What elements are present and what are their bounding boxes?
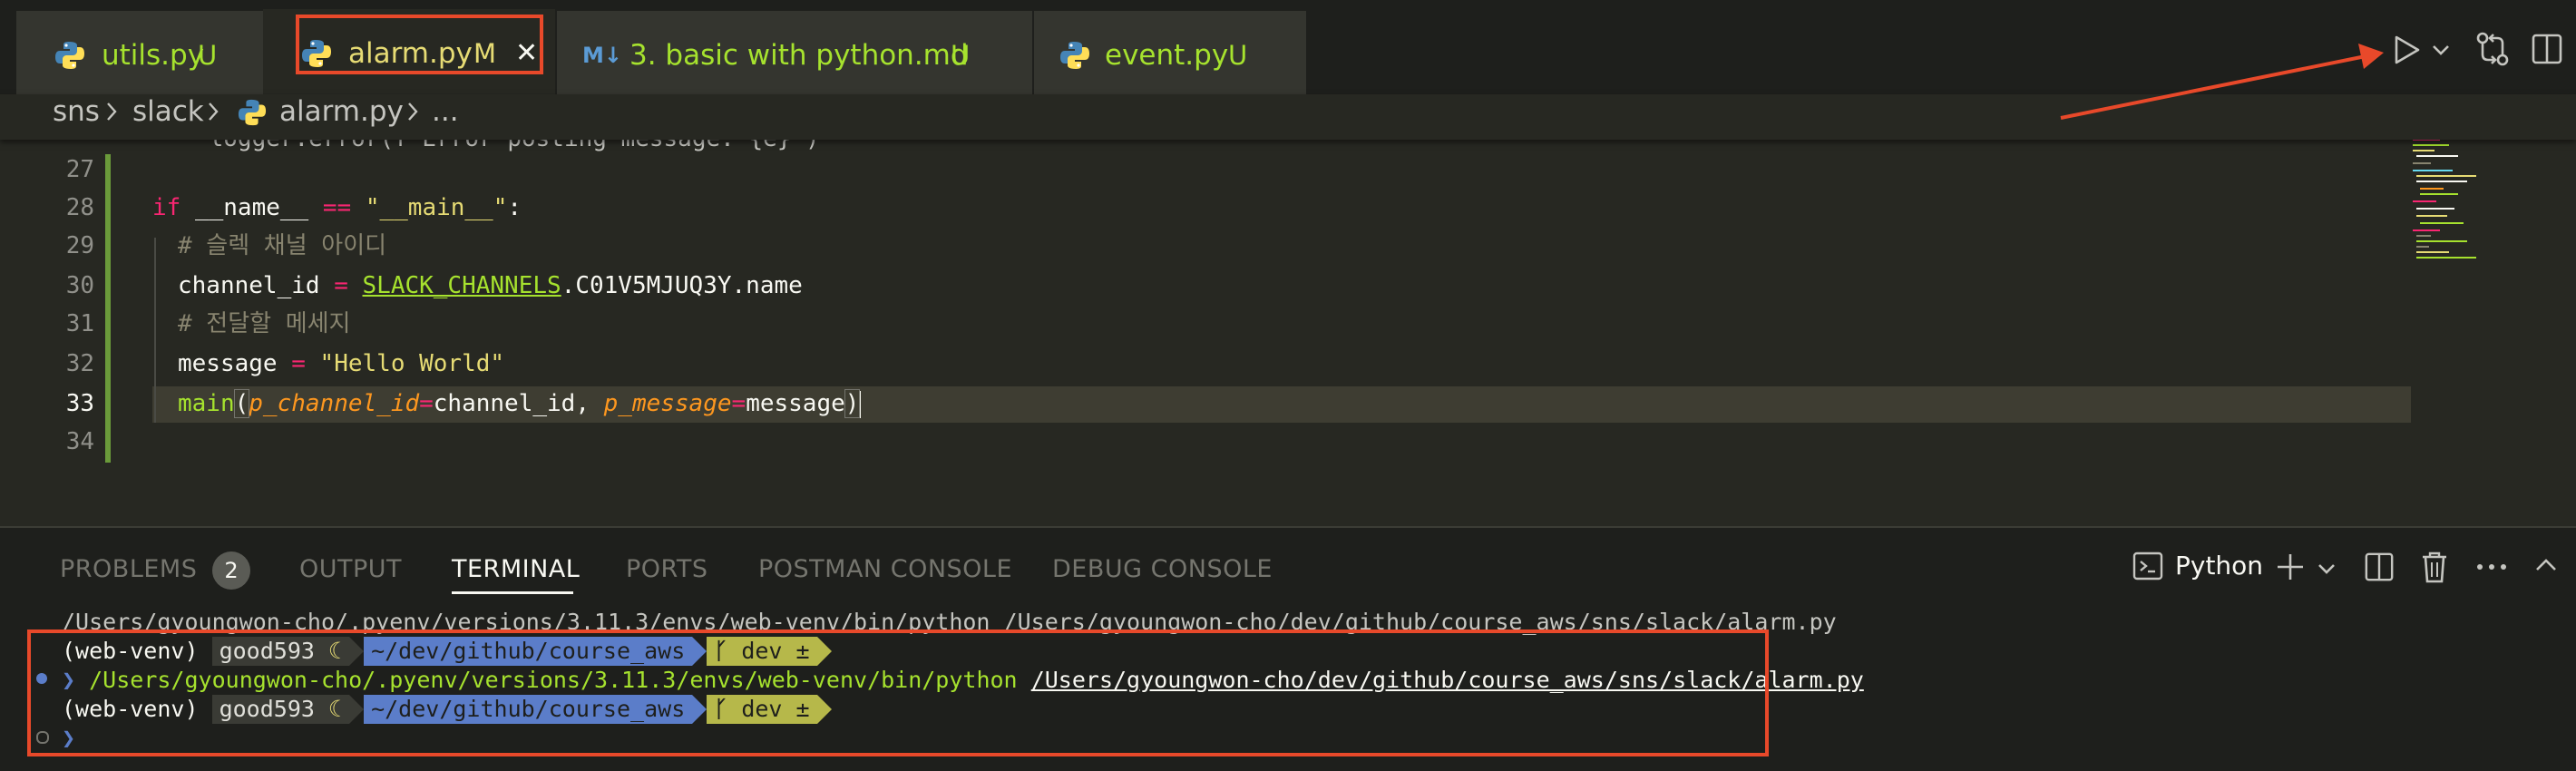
text-cursor	[859, 390, 862, 418]
tab-problems[interactable]: PROBLEMS	[60, 553, 197, 586]
tab-basic-with-python-md[interactable]: M↓ 3. basic with python.md U	[557, 11, 1032, 94]
new-terminal-icon[interactable]	[2275, 551, 2306, 582]
bottom-panel: PROBLEMS 2 OUTPUT TERMINAL PORTS POSTMAN…	[0, 526, 2576, 771]
punctuation: ,	[575, 390, 604, 417]
code-line-31-comment: # 전달할 메세지	[178, 310, 351, 337]
code-editor[interactable]: logger.error(f"Error posting message: {e…	[0, 136, 2576, 526]
operator: =	[291, 350, 306, 377]
indent-guide	[154, 238, 156, 423]
more-actions-icon[interactable]	[2476, 562, 2507, 571]
terminal-highlight-box	[27, 629, 1769, 756]
tab-terminal[interactable]: TERMINAL	[452, 553, 580, 586]
parameter-name: p_channel_id	[249, 390, 420, 417]
line-number: 34	[65, 428, 94, 455]
split-editor-icon[interactable]	[2531, 33, 2563, 65]
active-tab-underline	[452, 591, 573, 594]
breadcrumb-item-file[interactable]: alarm.py	[279, 94, 404, 129]
tab-postman-console[interactable]: POSTMAN CONSOLE	[758, 553, 1012, 586]
parameter-name: p_message	[603, 390, 732, 417]
tab-label: event.py	[1105, 39, 1229, 72]
line-number: 32	[65, 350, 94, 377]
breadcrumb-item-slack[interactable]: slack	[132, 94, 204, 129]
attribute-access: .C01V5MJUQ3Y.name	[561, 272, 803, 299]
chevron-down-icon[interactable]	[2317, 559, 2337, 579]
operator: =	[334, 272, 348, 299]
class-name: SLACK_CHANNELS	[362, 272, 561, 299]
python-file-icon	[1060, 42, 1089, 69]
line-number: 33	[65, 390, 94, 417]
identifier: message	[746, 390, 845, 417]
chevron-right-icon	[107, 102, 117, 121]
line-number: 28	[65, 194, 94, 221]
chevron-right-icon	[209, 102, 219, 121]
identifier: message	[178, 350, 278, 377]
split-terminal-icon[interactable]	[2364, 551, 2395, 582]
tab-debug-console[interactable]: DEBUG CONSOLE	[1052, 553, 1273, 586]
tab-highlight-box	[296, 15, 543, 74]
annotation-arrow	[2060, 44, 2384, 120]
python-file-icon	[55, 42, 84, 69]
chevron-up-icon[interactable]	[2534, 555, 2558, 575]
string-literal: "Hello World"	[319, 350, 505, 377]
punctuation: :	[507, 194, 522, 221]
line-number: 31	[65, 310, 94, 337]
tab-git-status: U	[1228, 40, 1248, 71]
tab-event-py[interactable]: event.py U	[1034, 11, 1306, 94]
terminal-icon	[2132, 551, 2163, 581]
chevron-right-icon	[408, 102, 418, 121]
code-line-29-comment: # 슬렉 채널 아이디	[178, 232, 387, 259]
chevron-down-icon[interactable]	[2431, 40, 2451, 60]
code-line-30: channel_id = SLACK_CHANNELS.C01V5MJUQ3Y.…	[178, 270, 803, 301]
minimap[interactable]	[2404, 136, 2513, 263]
breadcrumb-item-sns[interactable]: sns	[53, 94, 100, 129]
tab-git-status: U	[198, 40, 218, 71]
function-name: main	[178, 390, 235, 417]
tab-label: 3. basic with python.md	[629, 39, 969, 72]
git-gutter-modified	[105, 154, 111, 463]
breadcrumb-item-symbols[interactable]: ...	[432, 94, 459, 129]
terminal-shell-label[interactable]: Python	[2175, 550, 2263, 582]
code-line-28: if __name__ == "__main__":	[152, 192, 522, 223]
code-line-32: message = "Hello World"	[178, 348, 504, 379]
run-python-file-icon[interactable]	[2391, 34, 2422, 65]
tab-output[interactable]: OUTPUT	[299, 553, 402, 586]
trash-icon[interactable]	[2420, 550, 2449, 584]
line-number: 29	[65, 232, 94, 259]
code-line-33: main(p_channel_id=channel_id, p_message=…	[178, 389, 862, 418]
keyword: if	[152, 194, 181, 221]
identifier: __name__	[194, 194, 309, 221]
identifier: channel_id	[178, 272, 320, 299]
python-file-icon	[238, 99, 267, 126]
operator: ==	[322, 194, 352, 221]
string-literal: "__main__"	[365, 194, 508, 221]
tab-git-status: U	[951, 40, 971, 71]
tab-ports[interactable]: PORTS	[626, 553, 707, 586]
identifier: channel_id	[433, 390, 576, 417]
problems-count-badge: 2	[212, 551, 250, 590]
compare-changes-icon[interactable]	[2474, 31, 2511, 67]
tab-utils-py[interactable]: utils.py U	[16, 11, 263, 94]
line-number: 27	[65, 156, 94, 183]
tab-label: utils.py	[102, 39, 205, 72]
line-number: 30	[65, 272, 94, 299]
markdown-file-icon: M↓	[582, 43, 622, 68]
